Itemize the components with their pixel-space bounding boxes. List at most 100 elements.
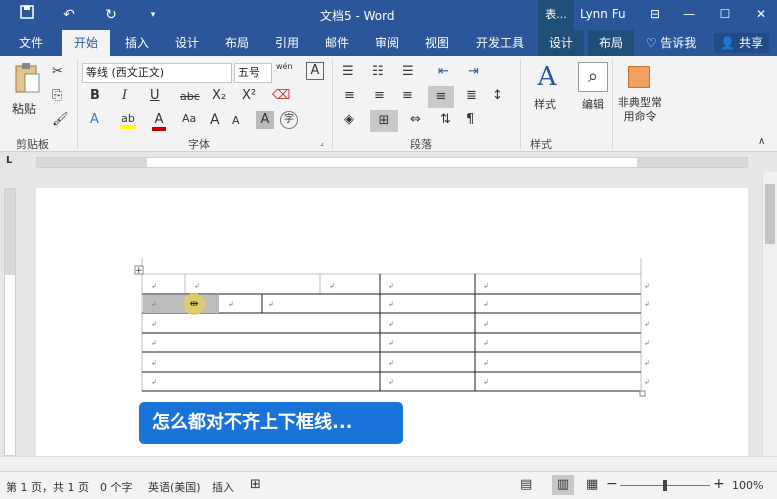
share-button[interactable]: 👤 共享 <box>714 33 769 53</box>
maximize-button[interactable]: ☐ <box>712 4 738 24</box>
ribbon-home: 粘贴 ✂ ⎘ 🖌 剪贴板 等线 (西文正文) 五号 wén A B I U ab… <box>0 56 777 152</box>
styles-label[interactable]: 样式 <box>534 96 556 112</box>
show-marks-icon[interactable]: ¶ <box>466 112 474 127</box>
copy-icon[interactable]: ⎘ <box>52 88 62 103</box>
cut-icon[interactable]: ✂ <box>52 64 63 79</box>
web-layout-icon[interactable]: ▦ <box>586 477 598 492</box>
borders-icon[interactable]: ⊞ <box>370 110 398 132</box>
bullets-icon[interactable]: ☰ <box>342 64 354 79</box>
undo-icon[interactable]: ↶ <box>58 5 80 25</box>
multilevel-list-icon[interactable]: ☰ <box>402 64 414 79</box>
superscript-icon[interactable]: X² <box>242 88 256 103</box>
line-spacing-icon[interactable]: ↕ <box>492 88 503 103</box>
row-marker: ↲ <box>644 300 650 308</box>
justify-icon[interactable]: ≡ <box>428 86 454 108</box>
page-count[interactable]: 第 1 页，共 1 页 <box>6 479 89 495</box>
table-move-handle-icon[interactable]: + <box>135 266 143 276</box>
print-layout-icon[interactable]: ▥ <box>552 475 574 495</box>
paste-label[interactable]: 粘贴 <box>12 100 36 117</box>
row-marker: ↲ <box>644 378 650 386</box>
shading-icon[interactable]: ◈ <box>344 112 354 127</box>
horizontal-scrollbar[interactable] <box>0 456 777 471</box>
tab-table-layout[interactable]: 布局 <box>588 30 634 56</box>
text-effects-icon[interactable]: A <box>90 112 99 127</box>
zoom-in-button[interactable]: + <box>713 476 725 492</box>
font-dialog-launcher-icon[interactable]: ⌟ <box>320 138 324 147</box>
close-button[interactable]: ✕ <box>748 4 774 24</box>
person-icon: 👤 <box>720 36 736 50</box>
tab-file[interactable]: 文件 <box>8 30 54 56</box>
horizontal-ruler[interactable] <box>36 157 748 168</box>
character-shading-icon[interactable]: A <box>256 111 274 129</box>
numbering-icon[interactable]: ☷ <box>372 64 384 79</box>
tab-insert[interactable]: 插入 <box>116 30 158 56</box>
font-color-icon[interactable]: A <box>152 112 166 131</box>
tab-table-design[interactable]: 设计 <box>538 30 584 56</box>
custom-command-icon[interactable] <box>628 66 650 88</box>
character-border-icon[interactable]: A <box>306 62 324 80</box>
custom-commands-label[interactable]: 非典型常用命令 <box>616 96 664 124</box>
tab-design[interactable]: 设计 <box>166 30 208 56</box>
tab-review[interactable]: 审阅 <box>366 30 408 56</box>
find-icon[interactable]: ⌕ <box>578 62 608 92</box>
font-name-combo[interactable]: 等线 (西文正文) <box>82 63 232 83</box>
insert-mode[interactable]: 插入 <box>212 479 234 495</box>
zoom-slider-thumb[interactable] <box>663 480 667 491</box>
collapse-ribbon-icon[interactable]: ∧ <box>758 136 765 147</box>
table-grid[interactable] <box>130 250 670 400</box>
language-indicator[interactable]: 英语(美国) <box>148 479 201 495</box>
align-left-icon[interactable]: ≡ <box>344 88 355 103</box>
phonetic-guide-icon[interactable]: wén <box>276 62 293 71</box>
asian-layout-icon[interactable]: ⇔ <box>410 112 421 127</box>
zoom-level[interactable]: 100% <box>732 479 763 492</box>
shrink-font-icon[interactable]: A <box>232 114 240 127</box>
cell-marker: ↲ <box>151 282 157 290</box>
vertical-ruler[interactable] <box>4 188 16 456</box>
styles-icon[interactable]: A <box>532 62 562 92</box>
vertical-scrollbar[interactable] <box>762 172 777 456</box>
tab-layout[interactable]: 布局 <box>216 30 258 56</box>
tab-developer[interactable]: 开发工具 <box>468 30 532 56</box>
subscript-icon[interactable]: X₂ <box>212 88 226 103</box>
customize-quick-access-icon[interactable]: ▾ <box>142 5 164 25</box>
highlight-icon[interactable]: ab <box>120 112 136 129</box>
word-count[interactable]: 0 个字 <box>100 479 133 495</box>
paste-icon[interactable] <box>10 62 44 96</box>
strikethrough-icon[interactable]: abc <box>180 90 200 103</box>
grow-font-icon[interactable]: A <box>210 112 220 128</box>
distributed-icon[interactable]: ≣ <box>466 88 477 103</box>
clear-formatting-icon[interactable]: ⌫ <box>272 88 290 103</box>
editing-label[interactable]: 编辑 <box>582 96 604 112</box>
font-group-label: 字体 <box>188 138 210 151</box>
increase-indent-icon[interactable]: ⇥ <box>468 64 479 79</box>
group-separator <box>520 60 521 148</box>
ribbon-display-icon[interactable]: ⊟ <box>642 4 668 24</box>
format-painter-icon[interactable]: 🖌 <box>52 112 69 127</box>
tab-mailings[interactable]: 邮件 <box>316 30 358 56</box>
align-right-icon[interactable]: ≡ <box>402 88 413 103</box>
macro-record-icon[interactable]: ⊞ <box>250 477 261 492</box>
minimize-button[interactable]: — <box>676 4 702 24</box>
cell-marker: ↲ <box>483 339 489 347</box>
save-icon[interactable] <box>16 5 38 25</box>
sort-icon[interactable]: ⇅ <box>440 112 451 127</box>
tab-home[interactable]: 开始 <box>62 30 110 56</box>
underline-icon[interactable]: U <box>150 88 160 103</box>
font-size-combo[interactable]: 五号 <box>234 63 272 83</box>
tab-references[interactable]: 引用 <box>266 30 308 56</box>
read-mode-icon[interactable]: ▤ <box>520 477 532 492</box>
align-center-icon[interactable]: ≡ <box>374 88 385 103</box>
tab-view[interactable]: 视图 <box>416 30 458 56</box>
italic-icon[interactable]: I <box>122 88 127 103</box>
user-name[interactable]: Lynn Fu <box>580 7 626 21</box>
change-case-icon[interactable]: Aa <box>182 112 196 125</box>
tell-me-search[interactable]: ♡ 告诉我 <box>642 30 700 56</box>
scrollbar-thumb[interactable] <box>765 184 775 244</box>
redo-icon[interactable]: ↻ <box>100 5 122 25</box>
bold-icon[interactable]: B <box>90 88 100 103</box>
tell-me-label: 告诉我 <box>660 36 697 50</box>
enclose-characters-icon[interactable]: 字 <box>280 111 298 129</box>
zoom-out-button[interactable]: − <box>606 476 618 492</box>
decrease-indent-icon[interactable]: ⇤ <box>438 64 449 79</box>
tab-selector-icon[interactable]: L <box>6 155 12 166</box>
